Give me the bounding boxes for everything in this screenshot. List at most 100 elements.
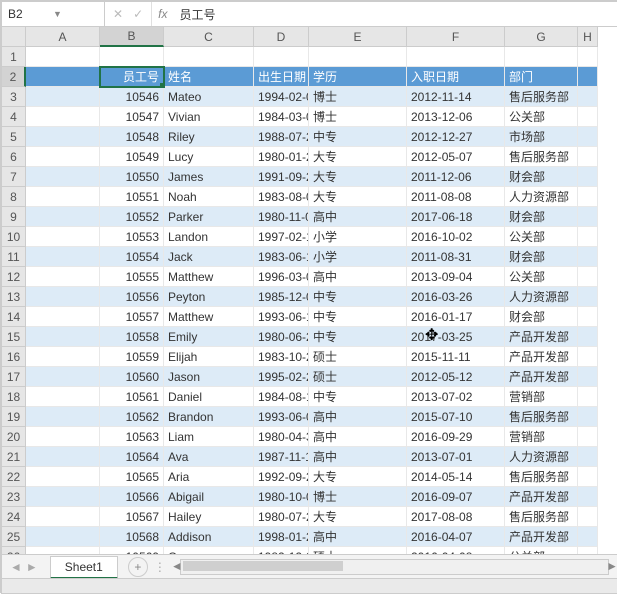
cell-C13[interactable]: Peyton xyxy=(164,287,254,307)
cell-G10[interactable]: 公关部 xyxy=(505,227,578,247)
row-header-6[interactable]: 6 xyxy=(2,147,26,167)
cell-D20[interactable]: 1980-04-30 xyxy=(254,427,309,447)
cell-H7[interactable] xyxy=(578,167,598,187)
cell-C21[interactable]: Ava xyxy=(164,447,254,467)
cell-G3[interactable]: 售后服务部 xyxy=(505,87,578,107)
nav-prev-icon[interactable]: ◄ xyxy=(10,560,22,574)
cell-G24[interactable]: 售后服务部 xyxy=(505,507,578,527)
cell-F21[interactable]: 2013-07-01 xyxy=(407,447,505,467)
col-header-G[interactable]: G xyxy=(505,27,578,47)
cell-A12[interactable] xyxy=(26,267,100,287)
cell-F24[interactable]: 2017-08-08 xyxy=(407,507,505,527)
cell-F12[interactable]: 2013-09-04 xyxy=(407,267,505,287)
cell-A17[interactable] xyxy=(26,367,100,387)
row-header-7[interactable]: 7 xyxy=(2,167,26,187)
cell-D9[interactable]: 1980-11-07 xyxy=(254,207,309,227)
cell-C6[interactable]: Lucy xyxy=(164,147,254,167)
cell-B23[interactable]: 10566 xyxy=(100,487,164,507)
cell-B25[interactable]: 10568 xyxy=(100,527,164,547)
cell-D1[interactable] xyxy=(254,47,309,67)
cell-G5[interactable]: 市场部 xyxy=(505,127,578,147)
cell-E14[interactable]: 中专 xyxy=(309,307,407,327)
cell-F11[interactable]: 2011-08-31 xyxy=(407,247,505,267)
cell-C23[interactable]: Abigail xyxy=(164,487,254,507)
row-header-3[interactable]: 3 xyxy=(2,87,26,107)
cell-G9[interactable]: 财会部 xyxy=(505,207,578,227)
cell-E24[interactable]: 大专 xyxy=(309,507,407,527)
fx-icon[interactable]: fx xyxy=(152,2,173,26)
cell-G11[interactable]: 财会部 xyxy=(505,247,578,267)
row-header-10[interactable]: 10 xyxy=(2,227,26,247)
scroll-right-icon[interactable]: ► xyxy=(606,559,617,573)
cell-B2[interactable]: 员工号 xyxy=(100,67,164,87)
cell-A9[interactable] xyxy=(26,207,100,227)
col-header-B[interactable]: B xyxy=(100,27,164,47)
cell-D17[interactable]: 1995-02-23 xyxy=(254,367,309,387)
cell-E20[interactable]: 高中 xyxy=(309,427,407,447)
cell-C4[interactable]: Vivian xyxy=(164,107,254,127)
horizontal-scrollbar[interactable]: ◄ ► xyxy=(180,559,609,575)
cell-H18[interactable] xyxy=(578,387,598,407)
cell-H13[interactable] xyxy=(578,287,598,307)
cell-F13[interactable]: 2016-03-26 xyxy=(407,287,505,307)
cell-A10[interactable] xyxy=(26,227,100,247)
cell-H17[interactable] xyxy=(578,367,598,387)
cell-B12[interactable]: 10555 xyxy=(100,267,164,287)
cell-H11[interactable] xyxy=(578,247,598,267)
cell-D6[interactable]: 1980-01-20 xyxy=(254,147,309,167)
cell-G18[interactable]: 营销部 xyxy=(505,387,578,407)
cell-D4[interactable]: 1984-03-02 xyxy=(254,107,309,127)
cell-E7[interactable]: 大专 xyxy=(309,167,407,187)
cell-A11[interactable] xyxy=(26,247,100,267)
cell-B9[interactable]: 10552 xyxy=(100,207,164,227)
cell-G7[interactable]: 财会部 xyxy=(505,167,578,187)
cell-C10[interactable]: Landon xyxy=(164,227,254,247)
cell-G20[interactable]: 营销部 xyxy=(505,427,578,447)
select-all-corner[interactable] xyxy=(2,27,26,47)
cell-E17[interactable]: 硕士 xyxy=(309,367,407,387)
cell-D19[interactable]: 1993-06-07 xyxy=(254,407,309,427)
col-header-A[interactable]: A xyxy=(26,27,100,47)
cell-F5[interactable]: 2012-12-27 xyxy=(407,127,505,147)
cell-F17[interactable]: 2012-05-12 xyxy=(407,367,505,387)
cell-D23[interactable]: 1980-10-09 xyxy=(254,487,309,507)
cell-H22[interactable] xyxy=(578,467,598,487)
cell-C17[interactable]: Jason xyxy=(164,367,254,387)
cell-H6[interactable] xyxy=(578,147,598,167)
cell-H20[interactable] xyxy=(578,427,598,447)
cell-G12[interactable]: 公关部 xyxy=(505,267,578,287)
cell-F9[interactable]: 2017-06-18 xyxy=(407,207,505,227)
cell-F1[interactable] xyxy=(407,47,505,67)
cell-E3[interactable]: 博士 xyxy=(309,87,407,107)
cell-C16[interactable]: Elijah xyxy=(164,347,254,367)
cell-H10[interactable] xyxy=(578,227,598,247)
cell-D16[interactable]: 1983-10-21 xyxy=(254,347,309,367)
cell-F7[interactable]: 2011-12-06 xyxy=(407,167,505,187)
cell-C11[interactable]: Jack xyxy=(164,247,254,267)
cell-B6[interactable]: 10549 xyxy=(100,147,164,167)
cell-G2[interactable]: 部门 xyxy=(505,67,578,87)
cell-B20[interactable]: 10563 xyxy=(100,427,164,447)
cell-F16[interactable]: 2015-11-11 xyxy=(407,347,505,367)
cell-C14[interactable]: Matthew xyxy=(164,307,254,327)
cell-G1[interactable] xyxy=(505,47,578,67)
cell-C1[interactable] xyxy=(164,47,254,67)
cell-D11[interactable]: 1983-06-18 xyxy=(254,247,309,267)
row-header-9[interactable]: 9 xyxy=(2,207,26,227)
cell-E22[interactable]: 大专 xyxy=(309,467,407,487)
cell-B13[interactable]: 10556 xyxy=(100,287,164,307)
cell-A6[interactable] xyxy=(26,147,100,167)
row-header-5[interactable]: 5 xyxy=(2,127,26,147)
cell-B17[interactable]: 10560 xyxy=(100,367,164,387)
cell-E12[interactable]: 高中 xyxy=(309,267,407,287)
cell-A24[interactable] xyxy=(26,507,100,527)
cell-E23[interactable]: 博士 xyxy=(309,487,407,507)
cell-B10[interactable]: 10553 xyxy=(100,227,164,247)
row-header-15[interactable]: 15 xyxy=(2,327,26,347)
row-header-16[interactable]: 16 xyxy=(2,347,26,367)
cell-E19[interactable]: 高中 xyxy=(309,407,407,427)
cell-A4[interactable] xyxy=(26,107,100,127)
cell-C8[interactable]: Noah xyxy=(164,187,254,207)
cell-C15[interactable]: Emily xyxy=(164,327,254,347)
cell-E9[interactable]: 高中 xyxy=(309,207,407,227)
